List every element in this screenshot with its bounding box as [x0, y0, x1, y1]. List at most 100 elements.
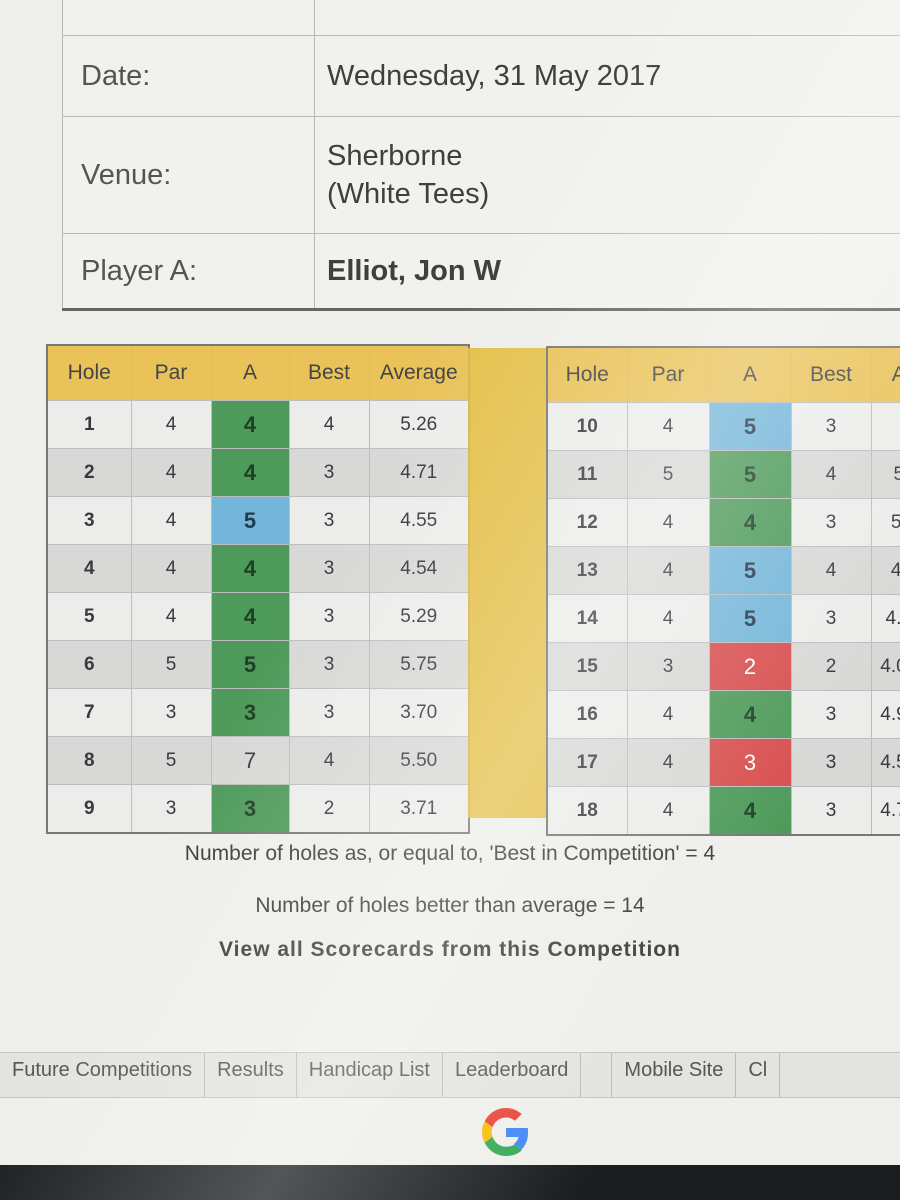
column-header: Best [288, 344, 370, 401]
score-row: 6 5 5 3 5.75 [46, 640, 470, 689]
best-score: 3 [288, 496, 370, 545]
player-a-score: 4 [708, 498, 792, 547]
player-a-score: 4 [708, 690, 792, 739]
par-value: 4 [626, 402, 710, 451]
front-nine-table: Hole Par A Best Average 1 4 4 4 5.26 2 4 4 3 4.71 3 4 5 3… [46, 344, 470, 834]
column-header: A [870, 346, 900, 403]
best-score: 3 [790, 738, 872, 787]
average-score: 5 [870, 450, 900, 499]
average-score: 4.54 [368, 544, 470, 593]
average-score [870, 402, 900, 451]
hole-number: 12 [546, 498, 628, 547]
player-a-score: 5 [708, 546, 792, 595]
nav-results[interactable]: Results [205, 1053, 297, 1097]
score-row: 9 3 3 2 3.71 [46, 784, 470, 834]
par-value: 4 [130, 448, 212, 497]
nav-future-competitions[interactable]: Future Competitions [0, 1053, 206, 1097]
score-row: 5 4 4 3 5.29 [46, 592, 470, 641]
player-label: Player A: [62, 233, 315, 311]
best-score: 2 [790, 642, 872, 691]
hole-number: 4 [46, 544, 132, 593]
score-row: 8 5 7 4 5.50 [46, 736, 470, 785]
score-row: 134544. [546, 546, 900, 595]
par-value: 4 [626, 546, 710, 595]
column-header: Hole [46, 344, 132, 401]
average-score: 4.71 [870, 786, 900, 836]
average-score: 4.71 [368, 448, 470, 497]
player-a-score: 3 [210, 784, 290, 834]
score-row: 1 4 4 4 5.26 [46, 400, 470, 449]
player-a-score: 3 [708, 738, 792, 787]
best-score: 4 [790, 450, 872, 499]
score-row: 153224.08 [546, 642, 900, 691]
average-score: 4.7 [870, 594, 900, 643]
best-score: 4 [288, 400, 370, 449]
score-row: 7 3 3 3 3.70 [46, 688, 470, 737]
column-header: Average [368, 344, 470, 401]
par-value: 4 [130, 592, 212, 641]
hole-number: 14 [546, 594, 628, 643]
column-header: A [210, 344, 290, 401]
average-score: 4.94 [870, 690, 900, 739]
best-score: 3 [790, 786, 872, 836]
player-a-score: 4 [210, 592, 290, 641]
column-header: Best [790, 346, 872, 403]
average-score: 4. [870, 546, 900, 595]
hole-number: 7 [46, 688, 132, 737]
player-a-score: 7 [210, 736, 290, 785]
score-row: 3 4 5 3 4.55 [46, 496, 470, 545]
nav-spacer [581, 1053, 613, 1097]
average-score: 4.08 [870, 642, 900, 691]
player-value: Elliot, Jon W [314, 233, 900, 311]
par-value: 4 [130, 544, 212, 593]
competition-info-table: Date: Wednesday, 31 May 2017 Venue: Sher… [62, 0, 900, 311]
best-score: 3 [790, 402, 872, 451]
score-row: 2 4 4 3 4.71 [46, 448, 470, 497]
score-row: 174334.54 [546, 738, 900, 787]
nav-handicap-list[interactable]: Handicap List [297, 1053, 443, 1097]
date-value: Wednesday, 31 May 2017 [314, 35, 900, 117]
score-row: 144534.7 [546, 594, 900, 643]
par-value: 5 [130, 736, 212, 785]
player-a-score: 4 [210, 400, 290, 449]
column-header: A [708, 346, 792, 403]
score-row: 124435. [546, 498, 900, 547]
monitor-bezel [0, 1165, 900, 1200]
column-header: Par [130, 344, 212, 401]
best-score: 3 [288, 640, 370, 689]
player-a-score: 5 [708, 450, 792, 499]
column-header: Hole [546, 346, 628, 403]
par-value: 4 [626, 498, 710, 547]
best-score: 4 [790, 546, 872, 595]
hole-number: 3 [46, 496, 132, 545]
hole-number: 6 [46, 640, 132, 689]
view-all-scorecards-link[interactable]: View all Scorecards from this Competitio… [0, 938, 900, 962]
hole-number: 16 [546, 690, 628, 739]
hole-number: 2 [46, 448, 132, 497]
par-value: 4 [626, 738, 710, 787]
score-row: 164434.94 [546, 690, 900, 739]
footer-nav: Future Competitions Results Handicap Lis… [0, 1052, 900, 1098]
average-score: 5. [870, 498, 900, 547]
venue-label: Venue: [62, 116, 315, 234]
best-score: 3 [288, 448, 370, 497]
score-row: 184434.71 [546, 786, 900, 836]
nav-leaderboard[interactable]: Leaderboard [443, 1053, 582, 1097]
best-score: 3 [790, 498, 872, 547]
par-value: 3 [130, 784, 212, 834]
better-than-average-stat: Number of holes better than average = 14 [255, 894, 645, 917]
best-score: 4 [288, 736, 370, 785]
hole-number: 1 [46, 400, 132, 449]
score-row: 4 4 4 3 4.54 [46, 544, 470, 593]
hole-number: 9 [46, 784, 132, 834]
nav-clipped-item[interactable]: Cl [736, 1053, 781, 1097]
player-a-score: 4 [210, 448, 290, 497]
par-value: 3 [130, 688, 212, 737]
nav-mobile-site[interactable]: Mobile Site [612, 1053, 737, 1097]
average-score: 4.55 [368, 496, 470, 545]
par-value: 4 [626, 690, 710, 739]
best-score: 3 [790, 594, 872, 643]
hole-number: 10 [546, 402, 628, 451]
score-row: 11 5 5 4 5 [546, 450, 900, 499]
best-in-competition-stat: Number of holes as, or equal to, 'Best i… [184, 842, 716, 865]
